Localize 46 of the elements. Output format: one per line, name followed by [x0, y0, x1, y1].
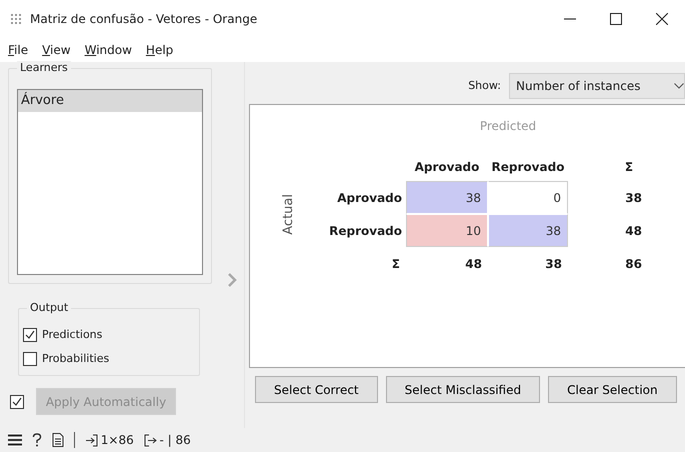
- matrix-cell[interactable]: 10: [406, 214, 488, 247]
- sum-row-label: Σ: [390, 256, 401, 272]
- input-summary: 1×86: [100, 432, 134, 449]
- app-icon: [10, 13, 22, 25]
- list-item[interactable]: Árvore: [18, 90, 202, 112]
- close-icon[interactable]: [656, 13, 668, 25]
- help-icon[interactable]: [32, 433, 42, 447]
- action-button[interactable]: Select Correct: [255, 376, 378, 403]
- row-header: Reprovado: [328, 222, 403, 240]
- column-sum: 48: [464, 256, 483, 272]
- column-sum: 38: [544, 256, 563, 272]
- matrix-cell[interactable]: 0: [488, 181, 568, 214]
- menu-icon[interactable]: [8, 434, 22, 446]
- sum-header: Σ: [624, 159, 634, 176]
- row-sum: 48: [624, 222, 643, 240]
- row-header: Aprovado: [336, 190, 403, 206]
- checkbox[interactable]: [23, 328, 37, 342]
- checkbox[interactable]: [23, 352, 37, 366]
- minimize-icon[interactable]: [564, 18, 576, 20]
- matrix-cell[interactable]: 38: [488, 214, 568, 247]
- menu-item[interactable]: View: [42, 41, 71, 59]
- checkbox-label[interactable]: Probabilities: [42, 350, 110, 368]
- matrix-cell[interactable]: 38: [406, 181, 488, 214]
- output-icon: [144, 434, 157, 446]
- show-label: Show:: [468, 78, 501, 94]
- column-header: Aprovado: [414, 159, 480, 176]
- window-title: Matriz de confusão - Vetores - Orange: [30, 11, 258, 28]
- total-sum: 86: [624, 256, 643, 272]
- axis-label: Actual: [280, 194, 298, 234]
- document-icon[interactable]: [52, 433, 64, 447]
- checkbox-label[interactable]: Predictions: [42, 326, 102, 344]
- column-header: Reprovado: [490, 159, 566, 176]
- menu-item[interactable]: Window: [84, 41, 132, 59]
- caret-icon: [674, 83, 684, 89]
- input-icon: [85, 434, 98, 446]
- learners-list[interactable]: Árvore: [17, 89, 203, 275]
- output-summary: - | 86: [159, 432, 191, 449]
- axis-label: Predicted: [478, 118, 538, 135]
- action-button[interactable]: Select Misclassified: [386, 376, 540, 403]
- action-button[interactable]: Clear Selection: [548, 376, 677, 403]
- show-dropdown[interactable]: Number of instances: [509, 73, 685, 99]
- maximize-icon[interactable]: [610, 13, 622, 25]
- row-sum: 38: [624, 190, 643, 206]
- menu-item[interactable]: File: [8, 41, 28, 59]
- group-title: Output: [27, 301, 72, 315]
- menu-item[interactable]: Help: [146, 41, 174, 59]
